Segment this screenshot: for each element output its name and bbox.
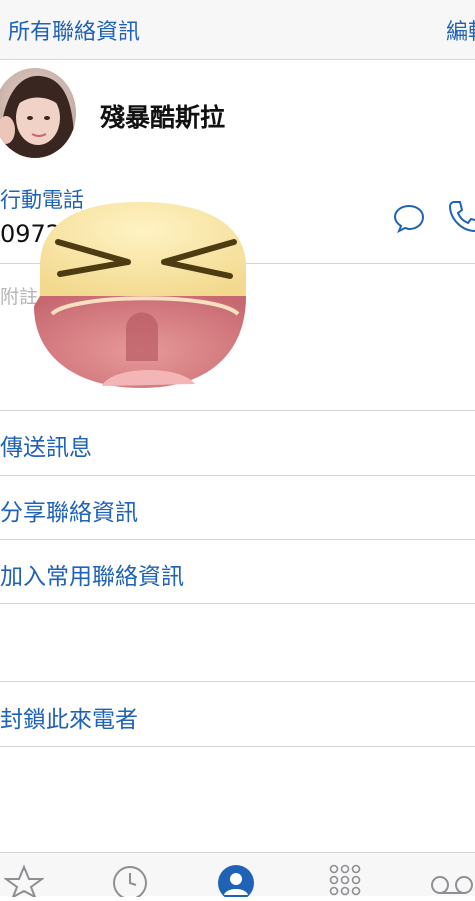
laughing-emoji-sticker [30, 196, 252, 394]
tab-bar [0, 852, 475, 901]
phone-icon[interactable] [446, 198, 475, 234]
divider [0, 681, 475, 682]
send-message-button[interactable]: 傳送訊息 [0, 428, 92, 462]
divider [0, 410, 475, 411]
avatar [0, 68, 76, 158]
voicemail-icon[interactable] [430, 863, 473, 899]
message-icon[interactable] [392, 200, 426, 234]
divider [0, 475, 475, 476]
divider [0, 603, 475, 604]
recents-clock-icon[interactable] [110, 863, 150, 900]
edit-button[interactable]: 編輯 [446, 14, 475, 46]
back-button[interactable]: 所有聯絡資訊 [8, 14, 140, 46]
divider [0, 746, 475, 747]
favorites-star-icon[interactable] [2, 863, 46, 900]
block-caller-button[interactable]: 封鎖此來電者 [0, 700, 138, 734]
contacts-person-icon[interactable] [216, 863, 256, 901]
divider [0, 539, 475, 540]
contact-name: 殘暴酷斯拉 [100, 103, 226, 132]
add-favorite-button[interactable]: 加入常用聯絡資訊 [0, 557, 184, 591]
share-contact-button[interactable]: 分享聯絡資訊 [0, 493, 138, 527]
keypad-icon[interactable] [326, 863, 366, 899]
navigation-bar: 所有聯絡資訊 編輯 [0, 0, 475, 60]
